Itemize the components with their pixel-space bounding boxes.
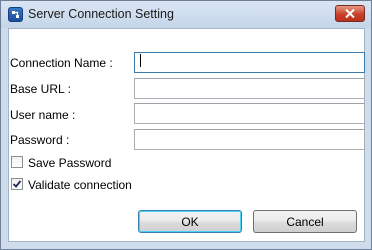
text-caret <box>140 54 141 67</box>
validate-connection-checkbox[interactable] <box>11 178 23 190</box>
checkmark-icon <box>12 180 22 188</box>
ok-button[interactable]: OK <box>138 210 242 233</box>
dialog-window: Server Connection Setting Connection Nam… <box>0 0 372 250</box>
cancel-button[interactable]: Cancel <box>253 210 357 233</box>
close-icon <box>345 9 355 18</box>
title-bar[interactable]: Server Connection Setting <box>1 1 371 28</box>
base-url-input[interactable] <box>134 78 365 99</box>
save-password-checkbox[interactable] <box>11 156 23 168</box>
connection-name-input[interactable] <box>134 52 365 73</box>
password-input[interactable] <box>134 129 365 150</box>
dialog-body: Connection Name : Base URL : User name :… <box>8 28 365 242</box>
app-logo-icon <box>8 7 23 22</box>
close-button[interactable] <box>335 5 365 22</box>
save-password-label[interactable]: Save Password <box>28 156 111 170</box>
password-label: Password : <box>10 133 70 147</box>
user-name-label: User name : <box>10 108 76 122</box>
validate-connection-label[interactable]: Validate connection <box>28 178 132 192</box>
base-url-label: Base URL : <box>10 82 71 96</box>
user-name-input[interactable] <box>134 103 365 124</box>
window-title: Server Connection Setting <box>28 7 174 21</box>
connection-name-label: Connection Name : <box>10 56 113 70</box>
